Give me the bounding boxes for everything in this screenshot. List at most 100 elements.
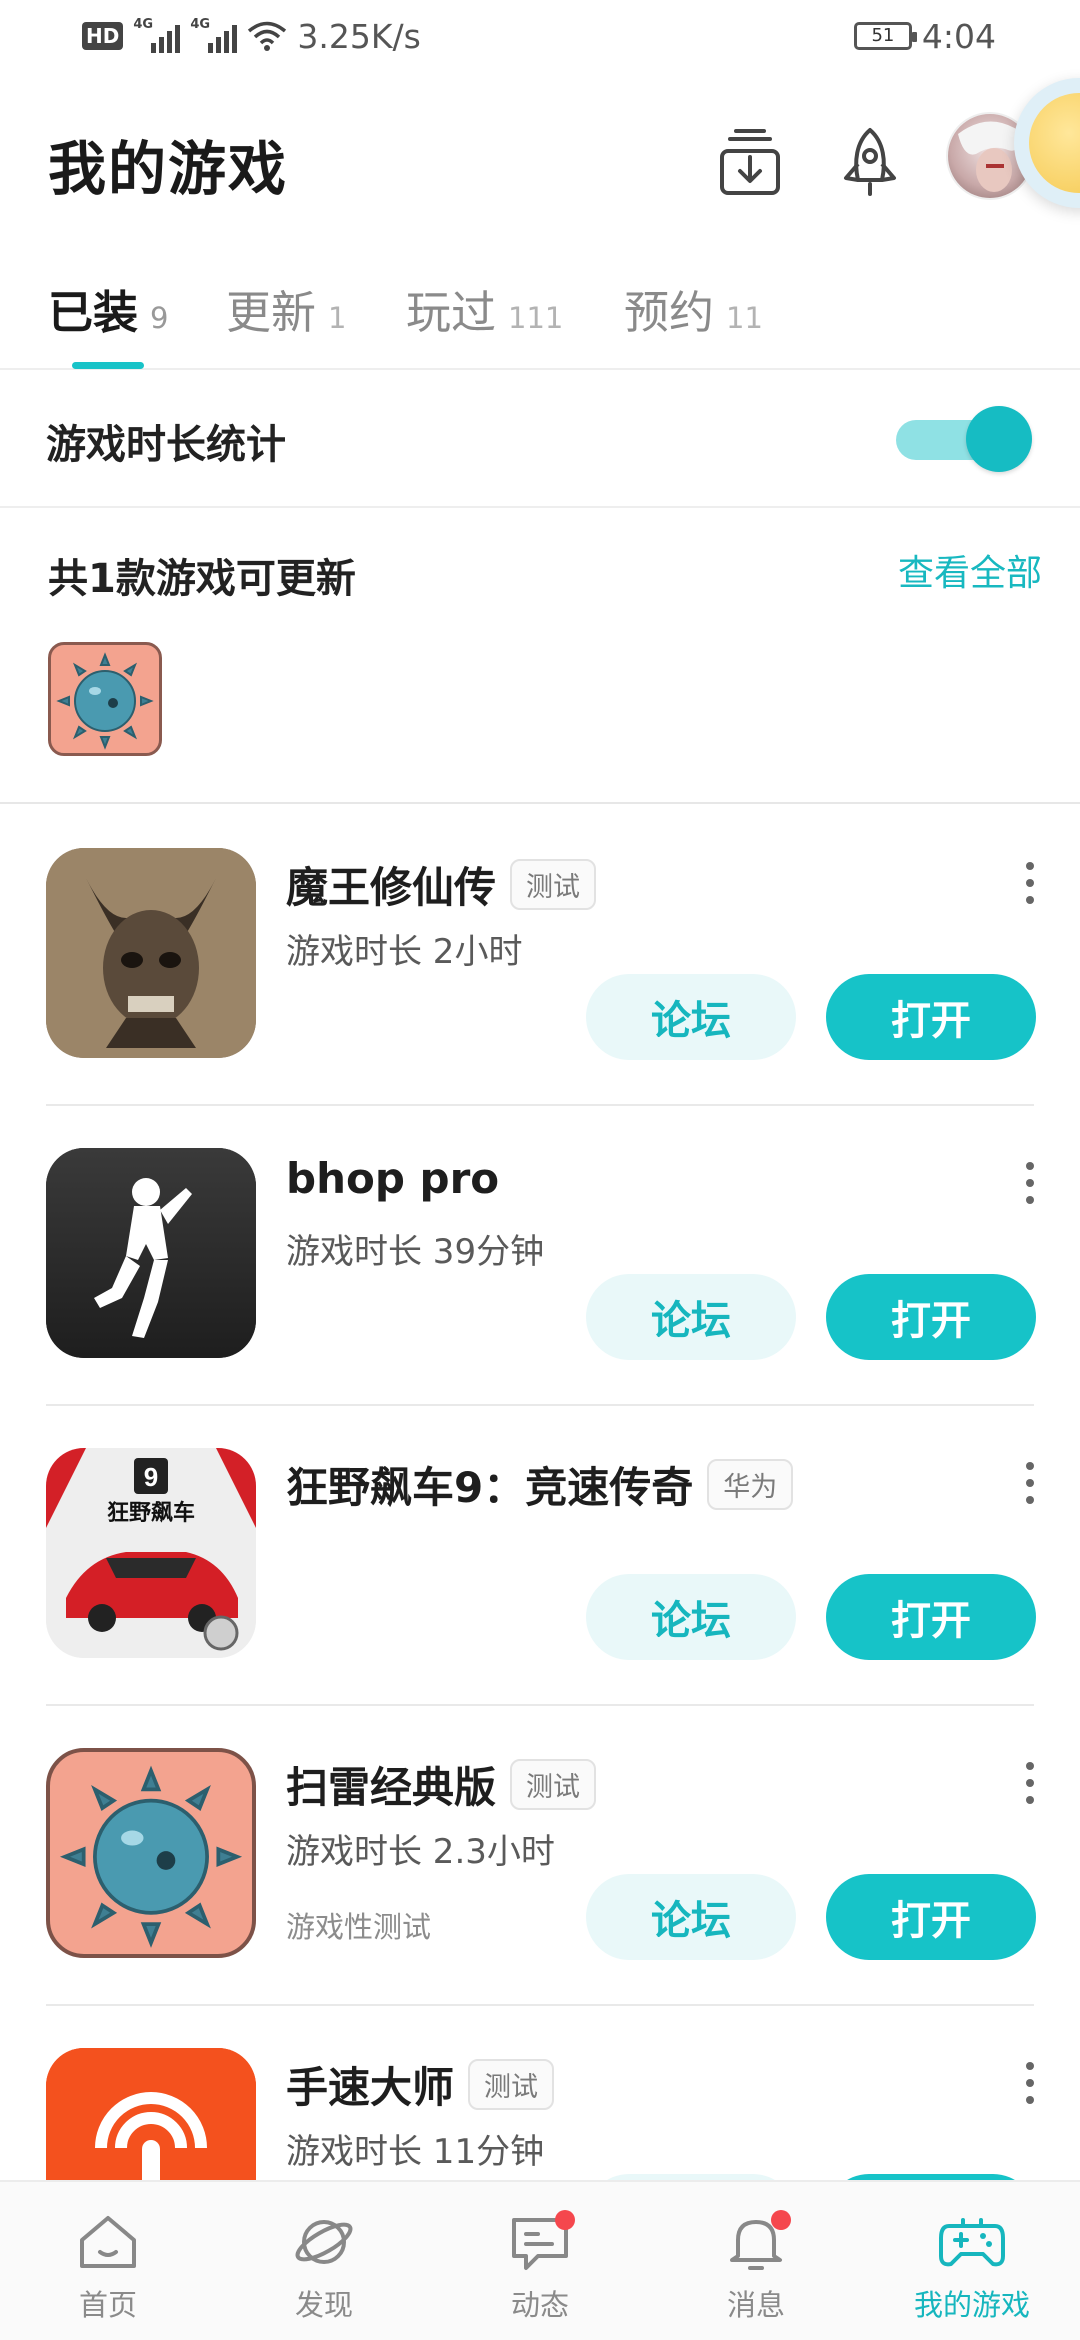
updates-section: 共1款游戏可更新 查看全部	[0, 510, 1080, 804]
nav-home[interactable]: 首页	[38, 2210, 178, 2330]
status-left: HD 4G 4G 3.25K/s	[82, 14, 421, 58]
forum-button[interactable]: 论坛	[586, 1874, 796, 1960]
touch-signal-icon	[46, 2048, 256, 2180]
more-dot	[1026, 1462, 1034, 1470]
race-car-icon: 9 狂野飙车	[46, 1448, 256, 1658]
status-bar: HD 4G 4G 3.25K/s 51 4:04	[0, 0, 1080, 72]
nav-label: 动态	[510, 2288, 569, 2322]
forum-button[interactable]: 论坛	[586, 1574, 796, 1660]
more-dot	[1026, 2062, 1034, 2070]
active-tab-indicator	[72, 362, 144, 369]
cellular-signal-icon-2: 4G	[190, 17, 238, 53]
chat-icon	[505, 2210, 575, 2274]
game-playtime: 游戏时长 39分钟	[286, 1232, 545, 1272]
game-name: 手速大师	[286, 2063, 455, 2112]
svg-text:狂野飙车: 狂野飙车	[107, 1500, 195, 1526]
forum-button[interactable]: 论坛	[586, 1274, 796, 1360]
tab-bar: 已装 9 更新 1 玩过 111 预约 11	[0, 260, 1080, 370]
rocket-icon	[844, 128, 896, 196]
more-dot	[1026, 1762, 1034, 1770]
game-card[interactable]: 魔王修仙传 测试 游戏时长 2小时 论坛 打开	[0, 806, 1080, 1106]
more-options-button[interactable]	[1010, 2058, 1050, 2108]
game-icon-minesweeper	[46, 1748, 256, 1958]
game-icon-demon	[46, 848, 256, 1058]
open-button[interactable]: 打开	[826, 1874, 1036, 1960]
update-game-icon[interactable]	[48, 642, 162, 756]
more-options-button[interactable]	[1010, 1758, 1050, 1808]
status-right: 51 4:04	[853, 14, 996, 58]
notification-dot	[771, 2210, 791, 2230]
more-options-button[interactable]	[1010, 1158, 1050, 1208]
more-dot	[1026, 1796, 1034, 1804]
game-card[interactable]: 9 狂野飙车 狂野飙车9：竞速传奇 华为 论坛 打开	[0, 1406, 1080, 1706]
game-tag: 测试	[510, 1759, 597, 1810]
game-icon-hand-speed	[46, 2048, 256, 2180]
bottom-navigation: 首页 发现 动态 消息 我的游戏	[0, 2180, 1080, 2340]
svg-text:9: 9	[144, 1462, 158, 1492]
open-button[interactable]: 打开	[826, 974, 1036, 1060]
wifi-icon	[248, 21, 287, 51]
game-playtime: 游戏时长 2小时	[286, 932, 523, 972]
game-note: 游戏性测试	[286, 1910, 432, 1944]
open-button[interactable]: 打开	[826, 1274, 1036, 1360]
more-dot	[1026, 879, 1034, 887]
more-dot	[1026, 2079, 1034, 2087]
more-options-button[interactable]	[1010, 858, 1050, 908]
nav-label: 我的游戏	[913, 2288, 1030, 2322]
forum-button[interactable]: 论坛	[586, 974, 796, 1060]
tab-count: 9	[150, 301, 169, 335]
tab-updates[interactable]: 更新 1	[226, 276, 346, 341]
nav-label: 消息	[726, 2288, 785, 2322]
playtime-stats-row: 游戏时长统计	[0, 372, 1080, 508]
game-name-row: 魔王修仙传 测试	[286, 854, 597, 915]
net-speed: 3.25K/s	[297, 16, 421, 56]
game-card[interactable]: bhop pro 游戏时长 39分钟 论坛 打开	[0, 1106, 1080, 1406]
game-card[interactable]: 扫雷经典版 测试 游戏时长 2.3小时 游戏性测试 论坛 打开	[0, 1706, 1080, 2006]
nav-label: 发现	[294, 2288, 353, 2322]
game-name-row: bhop pro	[286, 1154, 499, 1203]
game-playtime: 游戏时长 11分钟	[286, 2132, 545, 2172]
more-dot	[1026, 1196, 1034, 1204]
download-manager-button[interactable]	[706, 118, 794, 206]
game-card[interactable]: 手速大师 测试 游戏时长 11分钟 论坛 打开	[0, 2006, 1080, 2180]
updates-title: 共1款游戏可更新	[48, 556, 356, 602]
playtime-stats-toggle[interactable]	[896, 406, 1032, 472]
game-playtime: 游戏时长 2.3小时	[286, 1832, 555, 1872]
nav-feed[interactable]: 动态	[470, 2210, 610, 2330]
more-dot	[1026, 2096, 1034, 2104]
tab-played[interactable]: 玩过 111	[406, 276, 563, 341]
tab-count: 11	[726, 301, 763, 335]
cellular-signal-icon-1: 4G	[133, 17, 181, 53]
tab-label: 已装	[48, 286, 139, 339]
more-dot	[1026, 1479, 1034, 1487]
game-tag: 测试	[468, 2059, 555, 2110]
tab-reserved[interactable]: 预约 11	[624, 276, 763, 341]
minesweeper-icon	[59, 1765, 243, 1948]
header: 我的游戏	[0, 100, 1080, 220]
minesweeper-icon	[56, 652, 154, 750]
speed-up-button[interactable]	[826, 118, 914, 206]
more-dot	[1026, 1496, 1034, 1504]
more-dot	[1026, 1779, 1034, 1787]
gamepad-icon	[937, 2210, 1007, 2274]
nav-label: 首页	[78, 2288, 137, 2322]
installed-games-list: 魔王修仙传 测试 游戏时长 2小时 论坛 打开 bhop pro 游戏时长 39…	[0, 806, 1080, 2180]
more-dot	[1026, 1162, 1034, 1170]
view-all-link[interactable]: 查看全部	[898, 544, 1042, 596]
game-name: 狂野飙车9：竞速传奇	[286, 1463, 694, 1512]
planet-icon	[289, 2210, 359, 2274]
open-button[interactable]: 打开	[826, 1574, 1036, 1660]
playtime-stats-label: 游戏时长统计	[46, 422, 286, 468]
more-options-button[interactable]	[1010, 1458, 1050, 1508]
tab-installed[interactable]: 已装 9	[48, 276, 168, 341]
jumping-soldier-icon	[46, 1148, 256, 1358]
tab-count: 111	[508, 301, 564, 335]
battery-icon: 51	[853, 22, 917, 50]
nav-messages[interactable]: 消息	[686, 2210, 826, 2330]
more-dot	[1026, 862, 1034, 870]
nav-discover[interactable]: 发现	[254, 2210, 394, 2330]
game-name: 扫雷经典版	[286, 1763, 497, 1812]
assistant-face-icon	[1029, 93, 1080, 193]
nav-my-games[interactable]: 我的游戏	[902, 2210, 1042, 2330]
home-icon	[73, 2210, 143, 2274]
